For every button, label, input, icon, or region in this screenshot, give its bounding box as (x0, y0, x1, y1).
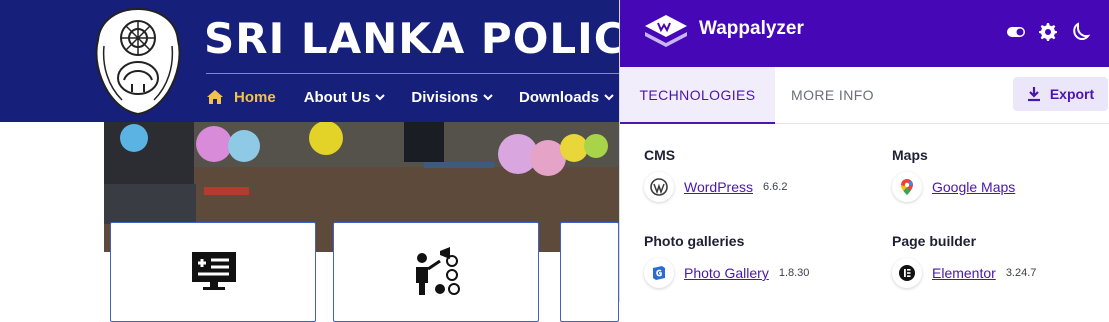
site-title: SRI LANKA POLICE (204, 14, 656, 63)
nav-item-home[interactable]: Home (206, 89, 276, 106)
category-title-photo-galleries: Photo galleries (644, 233, 745, 249)
quick-link-card[interactable] (110, 222, 316, 322)
quick-link-card[interactable] (333, 222, 539, 322)
toggle-icon[interactable] (1006, 22, 1026, 42)
chevron-down-icon (483, 94, 493, 101)
chevron-down-icon (604, 94, 614, 101)
technology-item-elementor: Elementor 3.24.7 (892, 258, 1036, 288)
wappalyzer-tabs: TECHNOLOGIES MORE INFO Export (620, 67, 1109, 124)
wappalyzer-header: Wappalyzer (620, 0, 1109, 67)
wappalyzer-logo-icon (645, 15, 687, 47)
category-title-maps: Maps (892, 147, 928, 163)
nav-item-label: Downloads (519, 88, 600, 106)
monitor-list-icon (192, 252, 236, 290)
tab-technologies[interactable]: TECHNOLOGIES (620, 67, 775, 124)
chevron-down-icon (375, 94, 386, 101)
contact-person-icon (416, 247, 460, 295)
tab-label: MORE INFO (791, 86, 874, 103)
technology-link[interactable]: Google Maps (932, 179, 1015, 195)
nav-item-divisions[interactable]: Divisions (411, 89, 493, 106)
export-button[interactable]: Export (1013, 77, 1108, 111)
export-label: Export (1049, 86, 1095, 102)
technology-version: 6.6.2 (762, 181, 788, 193)
download-icon (1027, 87, 1040, 102)
tab-label: TECHNOLOGIES (639, 86, 756, 103)
wordpress-icon (644, 172, 674, 202)
wappalyzer-brand: Wappalyzer (699, 18, 804, 39)
google-maps-icon (892, 172, 922, 202)
site-nav: Home About Us Divisions Downloads L (206, 84, 675, 110)
technology-item-google-maps: Google Maps (892, 172, 1015, 202)
home-icon (207, 90, 223, 104)
technology-link[interactable]: Photo Gallery (684, 265, 769, 281)
technology-item-photo-gallery: Photo Gallery 1.8.30 (644, 258, 809, 288)
category-title-cms: CMS (644, 147, 676, 163)
tab-more-info[interactable]: MORE INFO (775, 67, 890, 122)
nav-item-label: About Us (303, 88, 371, 106)
nav-item-label: Home (234, 88, 276, 106)
police-emblem-logo[interactable] (92, 6, 184, 116)
moon-icon[interactable] (1070, 22, 1090, 42)
quick-link-card[interactable] (560, 222, 619, 322)
category-title-page-builder: Page builder (892, 233, 977, 249)
title-divider (206, 73, 626, 74)
technology-version: 3.24.7 (1005, 267, 1037, 279)
nav-item-about-us[interactable]: About Us (304, 89, 386, 106)
technology-link[interactable]: Elementor (932, 265, 996, 281)
header-controls (1006, 22, 1090, 42)
photo-gallery-icon (644, 258, 674, 288)
nav-item-label: Divisions (411, 88, 479, 106)
wappalyzer-panel: Wappalyzer TECHNOLOGIES MORE INFO Export… (619, 0, 1109, 302)
gear-icon[interactable] (1038, 22, 1058, 42)
technology-version: 1.8.30 (778, 267, 810, 279)
technology-item-wordpress: WordPress 6.6.2 (644, 172, 787, 202)
elementor-icon (892, 258, 922, 288)
technology-link[interactable]: WordPress (684, 179, 753, 195)
nav-item-downloads[interactable]: Downloads (519, 89, 614, 106)
